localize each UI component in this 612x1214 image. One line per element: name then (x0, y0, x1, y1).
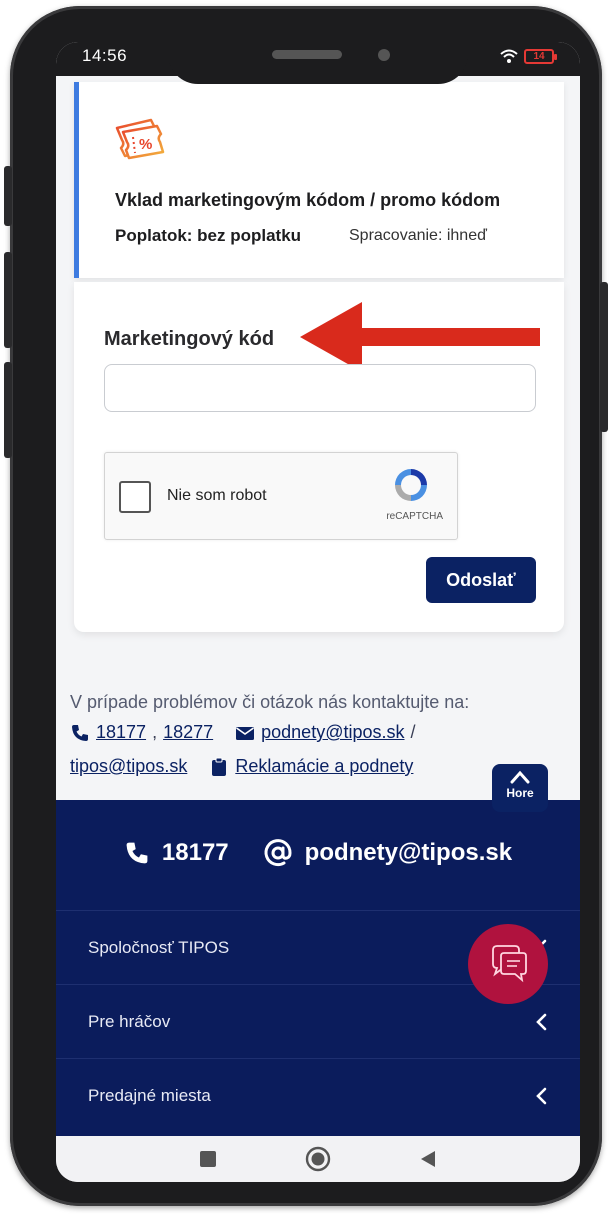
phone-icon (72, 724, 88, 741)
status-time: 14:56 (82, 46, 128, 65)
mute-switch (4, 166, 12, 226)
email-separator: / (410, 722, 416, 742)
marketing-code-input[interactable] (104, 364, 536, 412)
submit-button[interactable]: Odoslať (426, 557, 536, 603)
recaptcha-brand: reCAPTCHA (386, 511, 443, 522)
phone-link-18277[interactable]: 18277 (163, 722, 213, 743)
comma: , (152, 722, 158, 742)
front-camera (378, 49, 390, 61)
chevron-left-icon (536, 1087, 547, 1104)
back-to-top-label: Hore (506, 786, 534, 800)
back-button[interactable] (415, 1146, 441, 1172)
email-link-tipos[interactable]: tipos@tipos.sk (70, 756, 187, 777)
notch (168, 42, 468, 84)
footer-phone[interactable]: 18177 (124, 838, 229, 868)
captcha-checkbox[interactable] (119, 481, 151, 513)
chevron-up-icon (510, 770, 530, 784)
chevron-left-icon (536, 1013, 547, 1030)
volume-up-button (4, 252, 12, 348)
volume-down-button (4, 362, 12, 458)
back-to-top-button[interactable]: Hore (492, 764, 548, 812)
phone-screen: 14:56 14 % Vklad marketingovým kódom / p… (56, 42, 580, 1182)
payment-fee: Poplatok: bez poplatku (115, 226, 302, 245)
payment-processing: Spracovanie: ihneď (349, 227, 487, 244)
footer-menu-label: Pre hráčov (88, 1011, 171, 1031)
phone-icon (126, 842, 148, 864)
contact-line-1: 18177, 18277 podnety@tipos.sk / (70, 722, 416, 743)
chat-icon (492, 945, 527, 983)
phone-frame: 14:56 14 % Vklad marketingovým kódom / p… (4, 6, 608, 1206)
clipboard-icon (212, 757, 227, 776)
recaptcha-widget: Nie som robot reCAPTCHA (104, 452, 458, 540)
home-circle-icon (305, 1146, 331, 1172)
recaptcha-logo-icon (395, 469, 427, 501)
promo-code-form: Marketingový kód Nie som robot reCAPTCHA… (74, 282, 564, 632)
recent-apps-button[interactable] (195, 1146, 221, 1172)
footer-menu-label: Predajné miesta (88, 1085, 211, 1105)
power-button (600, 282, 608, 432)
system-nav-bar (56, 1136, 580, 1182)
contact-section: V prípade problémov či otázok nás kontak… (70, 692, 570, 776)
at-icon (264, 839, 292, 867)
footer-phone-number: 18177 (161, 839, 229, 866)
promo-ticket-icon: % (115, 118, 165, 160)
back-triangle-icon (421, 1151, 435, 1167)
contact-line-2: tipos@tipos.sk Reklamácie a podnety (70, 756, 413, 777)
footer-contact: 18177 podnety@tipos.sk (56, 838, 580, 868)
square-icon (200, 1151, 216, 1167)
chat-button[interactable] (468, 924, 548, 1004)
marketing-code-label: Marketingový kód (104, 328, 275, 350)
footer-menu-points-of-sale[interactable]: Predajné miesta (56, 1058, 580, 1132)
percent-glyph: % (139, 136, 152, 153)
email-link-podnety[interactable]: podnety@tipos.sk (261, 722, 404, 743)
payment-method-title: Vklad marketingovým kódom / promo kódom (115, 190, 501, 210)
red-arrow-annotation (300, 302, 540, 372)
footer-menu-label: Spoločnosť TIPOS (88, 937, 230, 957)
captcha-label: Nie som robot (167, 487, 267, 504)
earpiece-speaker (272, 50, 342, 59)
phone-link-18177[interactable]: 18177 (96, 722, 146, 743)
battery-icon: 14 (524, 48, 557, 64)
payment-method-card: % Vklad marketingovým kódom / promo kódo… (74, 82, 564, 278)
wifi-icon (500, 49, 518, 63)
footer-email-address: podnety@tipos.sk (304, 839, 513, 866)
home-button[interactable] (305, 1146, 331, 1172)
mail-icon (236, 726, 255, 740)
complaints-link[interactable]: Reklamácie a podnety (235, 756, 413, 777)
status-icons: 14 (500, 48, 557, 64)
footer-email[interactable]: podnety@tipos.sk (263, 838, 512, 868)
contact-intro: V prípade problémov či otázok nás kontak… (70, 692, 470, 712)
